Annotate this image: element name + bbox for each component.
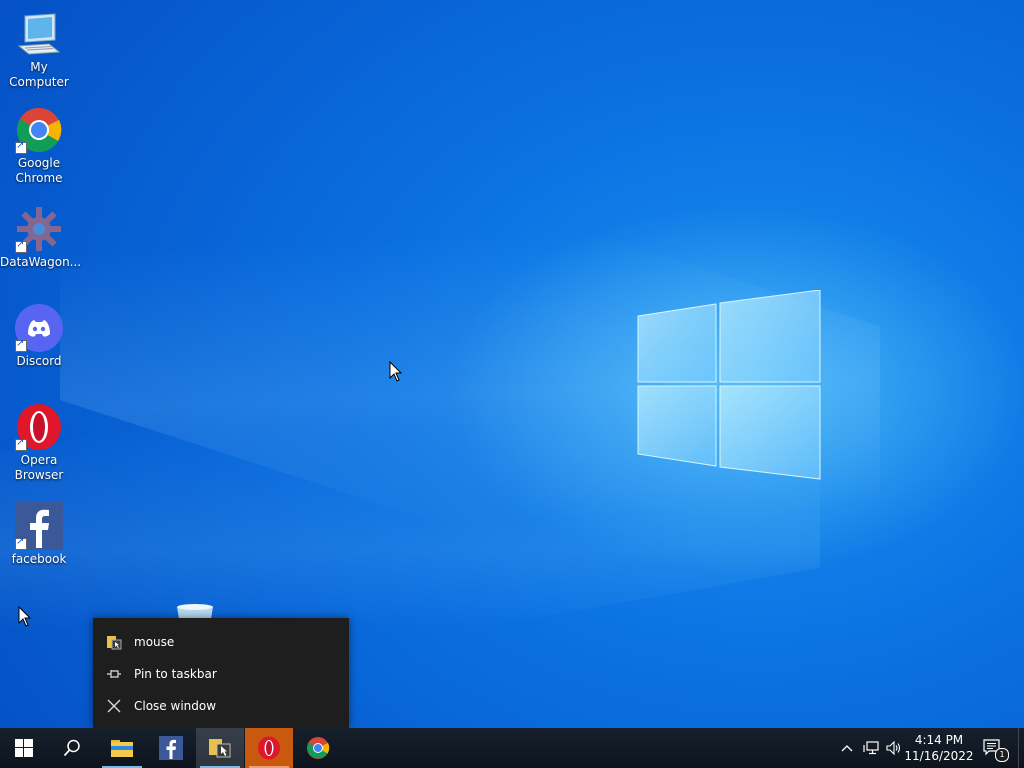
mouse-app-icon bbox=[209, 739, 231, 758]
jumplist-app-item[interactable]: mouse bbox=[93, 627, 349, 657]
desktop-icon-label: My Computer bbox=[9, 60, 69, 89]
speaker-icon bbox=[886, 741, 901, 755]
clock-time: 4:14 PM bbox=[914, 733, 964, 747]
opera-icon bbox=[15, 403, 63, 451]
taskbar-chrome[interactable] bbox=[294, 728, 342, 768]
desktop-icon-label: Opera Browser bbox=[14, 453, 64, 482]
desktop-icon-label: Discord bbox=[16, 354, 62, 368]
desktop-icon-label: facebook bbox=[11, 552, 67, 566]
shortcut-arrow-icon bbox=[15, 239, 27, 253]
taskbar-file-explorer[interactable] bbox=[98, 728, 146, 768]
desktop-icon-google-chrome[interactable]: Google Chrome bbox=[0, 106, 78, 186]
chevron-up-icon bbox=[841, 745, 853, 752]
search-button[interactable] bbox=[48, 728, 96, 768]
notification-count-badge: 1 bbox=[995, 748, 1009, 762]
pin-to-taskbar-label: Pin to taskbar bbox=[134, 667, 217, 681]
clock-date: 11/16/2022 bbox=[904, 749, 974, 763]
mouse-app-icon bbox=[106, 634, 122, 650]
pin-to-taskbar-button[interactable]: Pin to taskbar bbox=[93, 659, 349, 689]
shortcut-arrow-icon bbox=[15, 437, 27, 451]
file-explorer-icon bbox=[111, 740, 133, 757]
taskbar-opera[interactable] bbox=[245, 728, 293, 768]
network-icon bbox=[863, 741, 879, 755]
start-button[interactable] bbox=[0, 728, 48, 768]
facebook-icon bbox=[15, 502, 63, 550]
close-window-label: Close window bbox=[134, 699, 217, 713]
action-center-button[interactable]: 1 bbox=[980, 728, 1009, 768]
datawagon-icon bbox=[15, 205, 63, 253]
show-desktop-button[interactable] bbox=[1018, 728, 1024, 768]
desktop-icon-label: Google Chrome bbox=[15, 156, 63, 185]
taskbar-mouse-app[interactable] bbox=[196, 728, 244, 768]
taskbar: 4:14 PM 11/16/2022 1 bbox=[0, 728, 1024, 768]
desktop-icon-facebook[interactable]: facebook bbox=[0, 502, 78, 567]
opera-icon bbox=[258, 736, 280, 760]
desktop-icon-label: DataWagon... bbox=[0, 255, 82, 269]
jumplist-app-label: mouse bbox=[134, 635, 175, 649]
desktop-icon-opera[interactable]: Opera Browser bbox=[0, 403, 78, 483]
search-icon bbox=[63, 739, 80, 757]
start-icon bbox=[15, 739, 33, 757]
volume-button[interactable] bbox=[884, 728, 904, 768]
facebook-icon bbox=[159, 736, 183, 760]
desktop-icon-datawagon[interactable]: DataWagon... bbox=[0, 205, 82, 270]
shortcut-arrow-icon bbox=[15, 338, 27, 352]
windows-logo bbox=[637, 290, 821, 480]
taskbar-clock[interactable]: 4:14 PM 11/16/2022 bbox=[904, 732, 974, 764]
desktop-icon-my-computer[interactable]: My Computer bbox=[0, 10, 78, 90]
taskbar-jump-list: mouse Pin to taskbar Close window bbox=[93, 618, 349, 728]
chrome-icon bbox=[307, 737, 330, 759]
shortcut-arrow-icon bbox=[15, 140, 27, 154]
pin-icon bbox=[106, 666, 122, 682]
taskbar-facebook[interactable] bbox=[147, 728, 195, 768]
discord-icon bbox=[15, 304, 63, 352]
mouse-cursor-icon bbox=[389, 361, 403, 382]
recycle-bin-icon[interactable] bbox=[175, 603, 215, 619]
close-window-button[interactable]: Close window bbox=[93, 691, 349, 721]
computer-icon bbox=[15, 10, 63, 58]
shortcut-arrow-icon bbox=[15, 536, 27, 550]
network-button[interactable] bbox=[861, 728, 881, 768]
mouse-cursor-icon bbox=[18, 606, 32, 627]
close-icon bbox=[106, 698, 122, 714]
show-hidden-icons-button[interactable] bbox=[838, 728, 856, 768]
chrome-icon bbox=[15, 106, 63, 154]
desktop-icon-discord[interactable]: Discord bbox=[0, 304, 78, 369]
